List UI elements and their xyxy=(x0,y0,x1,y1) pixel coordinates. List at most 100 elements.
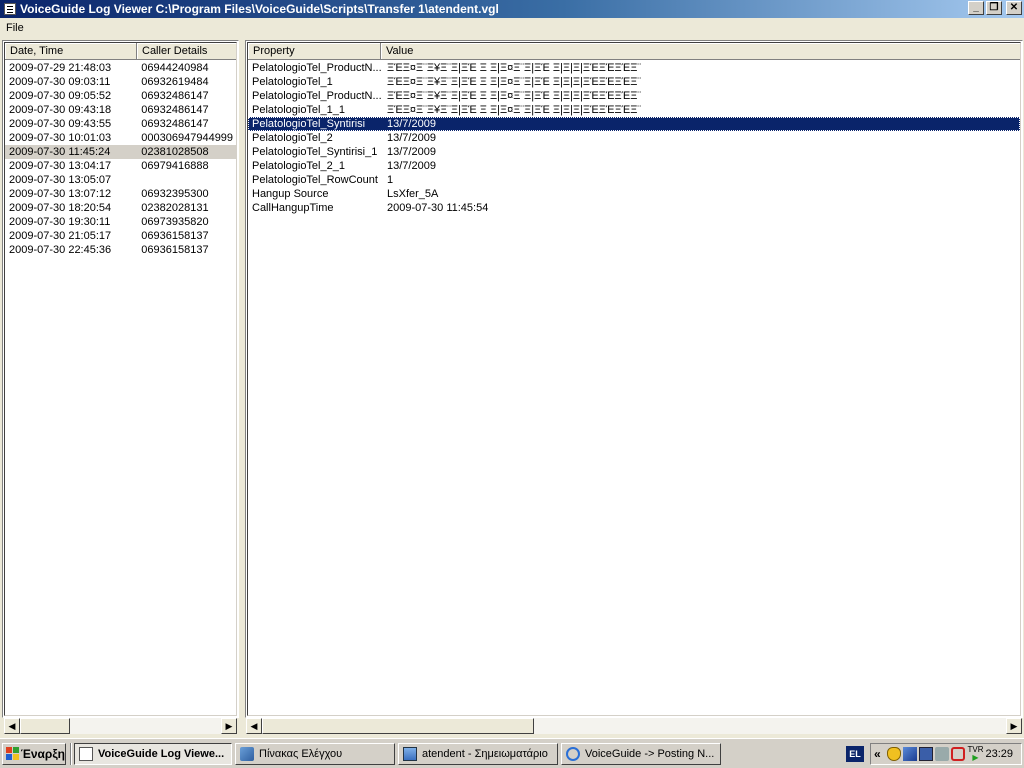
scroll-track[interactable] xyxy=(20,718,221,734)
property-row[interactable]: CallHangupTime 2009-07-30 11:45:54 xyxy=(248,201,1020,215)
call-log-row-value: 000306947944999 xyxy=(141,132,234,144)
tvr-icon[interactable]: TVR ▶ xyxy=(967,746,983,762)
call-log-row-value: 06936158137 xyxy=(141,230,209,242)
column-header-date-time[interactable]: Date, Time xyxy=(5,43,137,60)
property-row[interactable]: Hangup Source LsXfer_5A xyxy=(248,187,1020,201)
property-row-value: 13/7/2009 xyxy=(387,160,436,172)
property-row[interactable]: PelatologioTel_1 ΞΈΞ¤Ξ¨Ξ¥Ξ¨Ξ|ΞΈ Ξ Ξ|Ξ¤Ξ¨Ξ… xyxy=(248,75,1020,89)
property-row-value: 13/7/2009 xyxy=(387,132,436,144)
title-bar[interactable]: VoiceGuide Log Viewer C:\Program Files\V… xyxy=(0,0,1024,18)
property-row-key: PelatologioTel_Syntirisi xyxy=(252,118,366,130)
taskbar-button-label: Πίνακας Ελέγχου xyxy=(259,748,343,760)
call-log-row-key: 2009-07-30 11:45:24 xyxy=(9,146,111,158)
tray-expand-chevron-icon[interactable]: « xyxy=(874,747,885,761)
call-log-row[interactable]: 2009-07-30 19:30:11 06973935820 xyxy=(5,215,236,229)
property-row[interactable]: PelatologioTel_Syntirisi_1 13/7/2009 xyxy=(248,145,1020,159)
property-row[interactable]: PelatologioTel_2 13/7/2009 xyxy=(248,131,1020,145)
call-log-row[interactable]: 2009-07-30 18:20:54 02382028131 xyxy=(5,201,236,215)
call-log-header: Date, Time Caller Details xyxy=(5,43,236,60)
property-row-value: ΞΈΞ¤Ξ¨Ξ¥Ξ¨Ξ|ΞΈ Ξ Ξ|Ξ¤Ξ¨Ξ|ΞΈ Ξ|Ξ|Ξ|ΞΈΞΈΞΈ… xyxy=(387,62,642,74)
call-log-row[interactable]: 2009-07-29 21:48:03 06944240984 xyxy=(5,61,236,75)
column-header-property[interactable]: Property xyxy=(248,43,381,60)
properties-list[interactable]: Property Value PelatologioTel_ProductN..… xyxy=(247,42,1021,716)
left-horizontal-scrollbar[interactable]: ◀ ▶ xyxy=(4,718,237,734)
call-log-row-key: 2009-07-30 09:03:11 xyxy=(9,76,111,88)
start-button[interactable]: Έναρξη xyxy=(2,743,66,765)
taskbar-button-internet-explorer[interactable]: VoiceGuide -> Posting N... xyxy=(561,743,721,765)
app-list-icon xyxy=(4,3,16,15)
call-log-row[interactable]: 2009-07-30 21:05:17 06936158137 xyxy=(5,229,236,243)
call-log-row-key: 2009-07-30 21:05:17 xyxy=(9,230,112,242)
control-panel-icon xyxy=(240,747,254,761)
close-button[interactable]: ✕ xyxy=(1006,1,1022,15)
minimize-button[interactable]: _ xyxy=(968,1,984,15)
property-row-key: PelatologioTel_RowCount xyxy=(252,174,378,186)
call-log-row-key: 2009-07-30 09:05:52 xyxy=(9,90,112,102)
call-log-row-key: 2009-07-30 10:01:03 xyxy=(9,132,112,144)
call-log-pane: Date, Time Caller Details 2009-07-29 21:… xyxy=(2,40,239,718)
property-row[interactable]: PelatologioTel_RowCount 1 xyxy=(248,173,1020,187)
notepad-icon xyxy=(403,747,417,761)
taskbar-button-notepad[interactable]: atendent - Σημειωματάριο xyxy=(398,743,558,765)
call-log-row-value: 06932486147 xyxy=(141,118,209,130)
call-log-row-value: 06932619484 xyxy=(141,76,209,88)
call-log-row[interactable]: 2009-07-30 22:45:36 06936158137 xyxy=(5,243,236,257)
call-log-row[interactable]: 2009-07-30 09:03:11 06932619484 xyxy=(5,75,236,89)
clock: 23:29 xyxy=(985,748,1013,760)
language-indicator[interactable]: EL xyxy=(846,746,864,762)
taskbar-separator xyxy=(70,743,72,765)
scroll-right-arrow-icon[interactable]: ▶ xyxy=(221,718,237,734)
properties-header: Property Value xyxy=(248,43,1020,60)
restore-button[interactable]: ❐ xyxy=(986,1,1002,15)
network-icon[interactable] xyxy=(919,747,934,761)
property-row-value: 1 xyxy=(387,174,394,186)
windows-flag-icon xyxy=(6,747,19,761)
property-row-key: Hangup Source xyxy=(252,188,329,200)
property-row[interactable]: PelatologioTel_ProductN... ΞΈΞ¤Ξ¨Ξ¥Ξ¨Ξ|ΞΈ… xyxy=(248,61,1020,75)
taskbar-button-log-viewer[interactable]: VoiceGuide Log Viewe... xyxy=(74,743,232,765)
scroll-left-arrow-icon[interactable]: ◀ xyxy=(4,718,20,734)
column-header-value[interactable]: Value xyxy=(381,43,1020,60)
menu-bar: File xyxy=(0,18,1024,38)
call-log-list[interactable]: Date, Time Caller Details 2009-07-29 21:… xyxy=(4,42,237,716)
menu-file[interactable]: File xyxy=(0,22,30,34)
call-log-row[interactable]: 2009-07-30 13:05:07 xyxy=(5,173,236,187)
call-log-row-value: 02382028131 xyxy=(141,202,209,214)
call-log-row[interactable]: 2009-07-30 09:05:52 06932486147 xyxy=(5,89,236,103)
tray-tool-icon[interactable] xyxy=(935,747,950,761)
call-log-row[interactable]: 2009-07-30 13:07:12 06932395300 xyxy=(5,187,236,201)
property-row[interactable]: PelatologioTel_2_1 13/7/2009 xyxy=(248,159,1020,173)
property-row-value: LsXfer_5A xyxy=(387,188,439,200)
security-shield-icon[interactable] xyxy=(887,747,902,761)
taskbar-button-label: atendent - Σημειωματάριο xyxy=(422,748,548,760)
call-log-row[interactable]: 2009-07-30 11:45:24 02381028508 xyxy=(5,145,236,159)
property-row[interactable]: PelatologioTel_Syntirisi 13/7/2009 xyxy=(248,117,1020,131)
scroll-right-arrow-icon[interactable]: ▶ xyxy=(1006,718,1022,734)
scroll-left-arrow-icon[interactable]: ◀ xyxy=(246,718,262,734)
scroll-thumb[interactable] xyxy=(20,718,70,734)
call-log-row-key: 2009-07-29 21:48:03 xyxy=(9,62,112,74)
call-log-row-key: 2009-07-30 09:43:55 xyxy=(9,118,112,130)
property-row-key: PelatologioTel_2_1 xyxy=(252,160,345,172)
window-controls: _ ❐ ✕ xyxy=(968,1,1022,15)
call-log-row[interactable]: 2009-07-30 10:01:03 000306947944999 xyxy=(5,131,236,145)
call-log-row-key: 2009-07-30 13:05:07 xyxy=(9,174,112,186)
taskbar-button-control-panel[interactable]: Πίνακας Ελέγχου xyxy=(235,743,395,765)
call-log-row[interactable]: 2009-07-30 09:43:55 06932486147 xyxy=(5,117,236,131)
tray-app-icon[interactable] xyxy=(903,747,918,761)
property-row-key: PelatologioTel_ProductN... xyxy=(252,90,382,102)
property-row-key: PelatologioTel_1_1 xyxy=(252,104,345,116)
scroll-track[interactable] xyxy=(262,718,1006,734)
call-log-row[interactable]: 2009-07-30 09:43:18 06932486147 xyxy=(5,103,236,117)
property-row-value: ΞΈΞ¤Ξ¨Ξ¥Ξ¨Ξ|ΞΈ Ξ Ξ|Ξ¤Ξ¨Ξ|ΞΈ Ξ|Ξ|Ξ|ΞΈΞΈΞΈ… xyxy=(387,76,642,88)
right-horizontal-scrollbar[interactable]: ◀ ▶ xyxy=(246,718,1022,734)
antivirus-icon[interactable] xyxy=(951,747,966,761)
call-log-row[interactable]: 2009-07-30 13:04:17 06979416888 xyxy=(5,159,236,173)
scroll-thumb[interactable] xyxy=(262,718,534,734)
property-row[interactable]: PelatologioTel_ProductN... ΞΈΞ¤Ξ¨Ξ¥Ξ¨Ξ|ΞΈ… xyxy=(248,89,1020,103)
system-tray: « TVR ▶ 23:29 xyxy=(870,743,1022,765)
column-header-caller-details[interactable]: Caller Details xyxy=(137,43,236,60)
property-row[interactable]: PelatologioTel_1_1 ΞΈΞ¤Ξ¨Ξ¥Ξ¨Ξ|ΞΈ Ξ Ξ|Ξ¤Ξ… xyxy=(248,103,1020,117)
property-row-key: PelatologioTel_ProductN... xyxy=(252,62,382,74)
call-log-row-value: 06979416888 xyxy=(141,160,209,172)
